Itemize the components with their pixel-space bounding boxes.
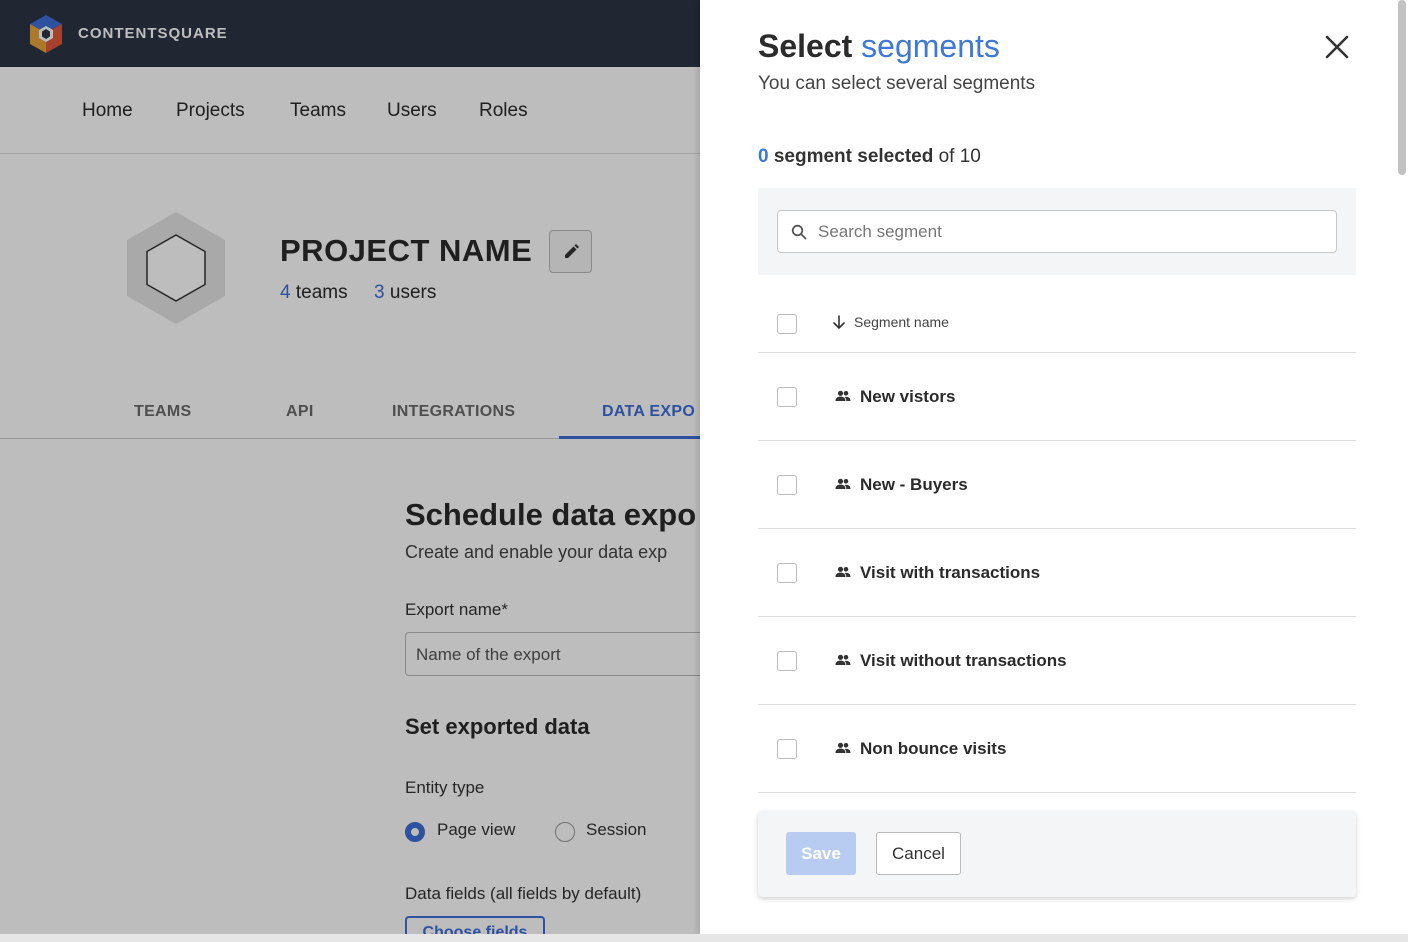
- segment-row[interactable]: Non bounce visits: [758, 705, 1356, 793]
- close-button[interactable]: [1322, 32, 1352, 62]
- scrollbar-thumb[interactable]: [1398, 0, 1406, 175]
- segment-name: Visit with transactions: [860, 563, 1041, 582]
- sort-arrow-down-icon[interactable]: [832, 314, 846, 330]
- segment-checkbox[interactable]: [777, 475, 797, 495]
- total-label: of 10: [938, 146, 981, 167]
- segment-row[interactable]: Visit without transactions: [758, 617, 1356, 705]
- selection-count: 0 segment selected of 10: [758, 146, 981, 168]
- group-icon: [835, 565, 851, 583]
- segment-row[interactable]: New - Buyers: [758, 441, 1356, 529]
- select-segments-drawer: Select segments You can select several s…: [700, 0, 1408, 934]
- segment-name: Visit without transactions: [860, 651, 1067, 670]
- search-input[interactable]: [818, 219, 1318, 245]
- drawer-title: Select segments: [758, 28, 1000, 65]
- search-icon: [791, 224, 807, 240]
- search-field[interactable]: [777, 210, 1337, 253]
- group-icon: [835, 741, 851, 759]
- segment-name: Non bounce visits: [860, 739, 1007, 758]
- group-icon: [835, 389, 851, 407]
- selected-label: segment selected: [773, 146, 934, 167]
- search-container: [758, 188, 1356, 275]
- table-header: Segment name: [758, 292, 1356, 353]
- segment-checkbox[interactable]: [777, 387, 797, 407]
- segment-checkbox[interactable]: [777, 651, 797, 671]
- segment-row[interactable]: New vistors: [758, 353, 1356, 441]
- cancel-button[interactable]: Cancel: [876, 832, 961, 875]
- selected-count: 0: [758, 146, 769, 167]
- segment-checkbox[interactable]: [777, 563, 797, 583]
- drawer-footer: Save Cancel: [758, 811, 1356, 897]
- drawer-title-highlight: segments: [861, 28, 1000, 64]
- group-icon: [835, 477, 851, 495]
- segment-name: New vistors: [860, 387, 956, 406]
- group-icon: [835, 653, 851, 671]
- window-bottom-edge: [0, 934, 1408, 942]
- save-button[interactable]: Save: [786, 832, 856, 875]
- segment-checkbox[interactable]: [777, 739, 797, 759]
- column-header-segment-name[interactable]: Segment name: [854, 314, 949, 330]
- close-icon: [1325, 35, 1349, 59]
- modal-backdrop[interactable]: [0, 0, 700, 942]
- drawer-title-prefix: Select: [758, 28, 853, 64]
- drawer-subtitle: You can select several segments: [758, 73, 1036, 94]
- select-all-checkbox[interactable]: [777, 314, 797, 334]
- segment-name: New - Buyers: [860, 475, 968, 494]
- segment-row[interactable]: Visit with transactions: [758, 529, 1356, 617]
